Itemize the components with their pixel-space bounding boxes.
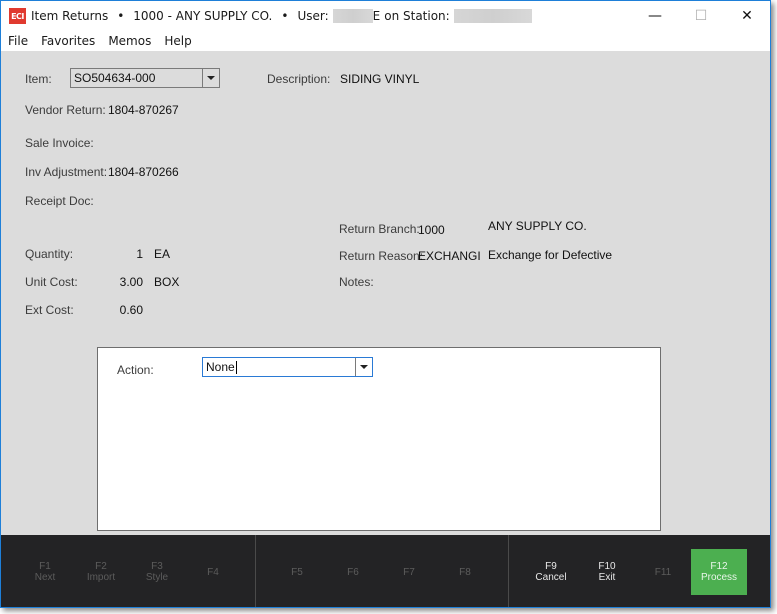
menu-file[interactable]: File [2,34,34,48]
user-suffix: E [372,9,381,23]
ext-cost-value: 0.60 [119,303,143,317]
f2-import-button[interactable]: F2 Import [73,549,129,595]
f10-exit-button[interactable]: F10 Exit [579,549,635,595]
eci-logo-icon: ECI [9,8,26,24]
f11-button[interactable]: F11 [635,549,691,595]
station-label: on Station: [384,9,450,23]
unit-cost-label: Unit Cost: [25,275,78,289]
f6-button[interactable]: F6 [325,549,381,595]
return-branch-label: Return Branch: [339,222,420,236]
title-separator: • [281,9,289,23]
item-value: SO504634-000 [74,71,156,85]
action-dropdown-button[interactable] [355,358,372,376]
unit-cost-value: 3.00 [119,275,143,289]
f9-cancel-button[interactable]: F9 Cancel [523,549,579,595]
fkey-label: Cancel [535,572,567,583]
fkey-key: F9 [545,561,557,572]
return-branch-name: ANY SUPPLY CO. [488,219,587,233]
maximize-icon: ☐ [694,8,708,24]
inv-adjustment-value[interactable]: 1804-870266 [108,165,179,179]
fkey-key: F5 [291,566,303,578]
menu-bar: File Favorites Memos Help [1,31,770,51]
description-label: Description: [267,72,331,86]
item-dropdown-button[interactable] [202,69,219,87]
quantity-label: Quantity: [25,247,74,261]
action-value: None [206,359,235,374]
action-combobox[interactable]: None [202,357,373,377]
minimize-button[interactable]: — [632,1,678,31]
fkey-label: Exit [598,572,616,583]
fkey-key: F8 [459,566,471,578]
close-icon: ✕ [741,8,753,24]
menu-memos[interactable]: Memos [102,34,157,48]
fkey-key: F7 [403,566,415,578]
window-title-app: Item Returns [31,9,109,23]
fkey-key: F2 [95,561,107,572]
f12-process-button[interactable]: F12 Process [691,549,747,595]
fkey-key: F11 [654,566,672,578]
action-label: Action: [117,363,154,377]
vendor-return-value[interactable]: 1804-870267 [108,103,179,117]
unit-cost-unit: BOX [154,275,180,289]
item-combobox[interactable]: SO504634-000 [70,68,220,88]
fkey-key: F10 [598,561,616,572]
f3-style-button[interactable]: F3 Style [129,549,185,595]
text-caret [235,361,237,375]
fkey-label: Import [86,572,116,583]
fkey-key: F3 [151,561,163,572]
f7-button[interactable]: F7 [381,549,437,595]
window-title: Item Returns • 1000 - ANY SUPPLY CO. • U… [31,9,532,23]
maximize-button[interactable]: ☐ [678,1,724,31]
close-button[interactable]: ✕ [724,1,770,31]
menu-favorites[interactable]: Favorites [35,34,101,48]
return-reason-code: EXCHANGI [418,249,481,263]
return-branch-code: 1000 [418,223,445,237]
item-returns-window: ECI Item Returns • 1000 - ANY SUPPLY CO.… [0,0,771,608]
redacted-user [332,9,373,23]
window-title-company: 1000 - ANY SUPPLY CO. [133,9,273,23]
function-key-bar: F1 Next F2 Import F3 Style F4 F5 F6 F7 F8 F… [1,535,770,607]
return-reason-label: Return Reason: [339,249,424,263]
return-reason-description: Exchange for Defective [488,248,613,262]
receipt-doc-label: Receipt Doc: [25,194,94,208]
inv-adjustment-label: Inv Adjustment: [25,165,108,179]
item-return-form: Item: SO504634-000 Description: SIDING V… [1,51,770,535]
description-value: SIDING VINYL [340,72,420,86]
fkey-key: F1 [39,561,51,572]
f8-button[interactable]: F8 [437,549,493,595]
minimize-icon: — [648,8,662,24]
quantity-value: 1 [136,247,143,261]
item-label: Item: [25,72,52,86]
redacted-station [453,9,532,23]
vendor-return-label: Vendor Return: [25,103,106,117]
title-bar[interactable]: ECI Item Returns • 1000 - ANY SUPPLY CO.… [1,1,770,31]
sale-invoice-label: Sale Invoice: [25,136,94,150]
action-panel: Action: None [97,347,661,531]
notes-label: Notes: [339,275,374,289]
title-separator: • [117,9,125,23]
f4-button[interactable]: F4 [185,549,241,595]
chevron-down-icon [360,365,368,369]
f5-button[interactable]: F5 [269,549,325,595]
fkey-key: F4 [207,566,219,578]
action-value-wrap: None [203,359,355,375]
quantity-unit: EA [154,247,171,261]
fkey-label: Process [700,572,738,583]
fkey-label: Style [145,572,169,583]
function-key-group-2: F5 F6 F7 F8 [256,535,509,607]
f1-next-button[interactable]: F1 Next [17,549,73,595]
chevron-down-icon [207,76,215,80]
fkey-label: Next [34,572,56,583]
fkey-key: F6 [347,566,359,578]
function-key-group-1: F1 Next F2 Import F3 Style F4 [1,535,256,607]
window-controls: — ☐ ✕ [632,1,770,31]
menu-help[interactable]: Help [158,34,197,48]
user-label: User: [297,9,329,23]
fkey-key: F12 [710,561,728,572]
function-key-group-3: F9 Cancel F10 Exit F11 F12 Process [509,535,770,607]
ext-cost-label: Ext Cost: [25,303,74,317]
